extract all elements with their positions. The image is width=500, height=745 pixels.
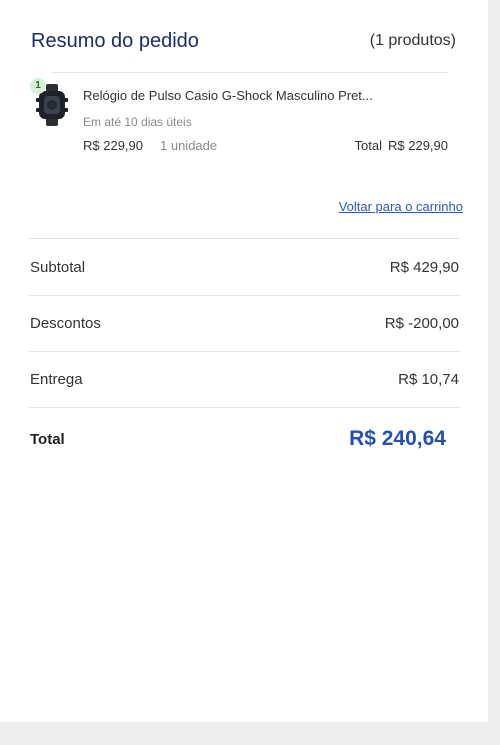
item-total: Total R$ 229,90 (355, 138, 448, 153)
discount-value: R$ -200,00 (384, 315, 459, 332)
shipping-row: Entrega R$ 10,74 (29, 351, 459, 407)
product-count: (1 produtos) (369, 32, 456, 49)
item-total-label: Total (354, 138, 382, 153)
order-summary-card: Resumo do pedido (1 produtos) 1 Relógio … (0, 0, 488, 722)
divider (52, 72, 448, 73)
unit-price: R$ 229,90 (83, 138, 143, 153)
shipping-value: R$ 10,74 (398, 371, 459, 388)
quantity-text: 1 unidade (160, 138, 218, 153)
product-name[interactable]: Relógio de Pulso Casio G-Shock Masculino… (83, 88, 413, 103)
item-total-value: R$ 229,90 (388, 138, 448, 153)
quantity-badge: 1 (30, 78, 46, 94)
shipping-label: Entrega (30, 371, 83, 388)
order-total-value: R$ 240,64 (349, 427, 446, 450)
product-thumbnail[interactable]: 1 (28, 74, 78, 134)
summary-title: Resumo do pedido (31, 30, 199, 52)
product-item: 1 Relógio de Pulso Casio G-Shock Masculi… (28, 74, 452, 160)
discount-row: Descontos R$ -200,00 (29, 295, 459, 351)
delivery-estimate: Em até 10 dias úteis (83, 115, 192, 129)
subtotal-value: R$ 429,90 (389, 259, 459, 276)
discount-label: Descontos (30, 315, 101, 332)
back-to-cart-link[interactable]: Voltar para o carrinho (339, 199, 463, 214)
order-total-label: Total (30, 431, 65, 448)
divider (29, 407, 460, 408)
subtotal-label: Subtotal (30, 259, 86, 276)
subtotal-row: Subtotal R$ 429,90 (29, 239, 459, 295)
